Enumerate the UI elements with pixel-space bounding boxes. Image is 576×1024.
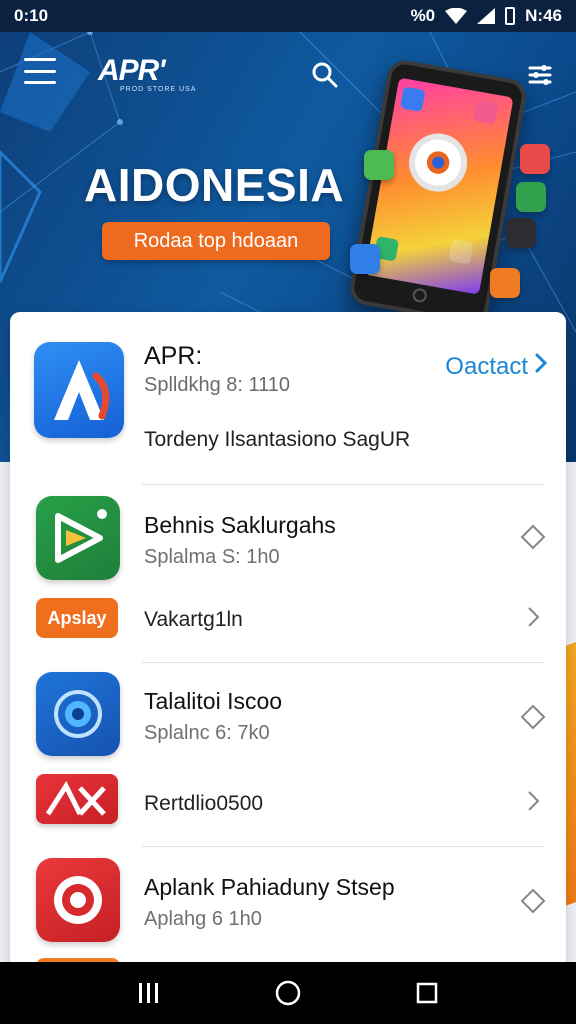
app-title: Behnis Saklurgahs (144, 512, 336, 538)
status-icons: %0 N:46 (411, 6, 562, 26)
featured-app-description: Tordeny Ilsantasiono SagUR (144, 428, 411, 451)
floating-app-icon (516, 182, 546, 212)
list-divider (142, 484, 544, 485)
app-list-card: APR: Splldkhg 8: 1110 Tordeny Ilsantasio… (10, 312, 566, 1012)
diamond-icon[interactable] (520, 704, 546, 730)
featured-app[interactable]: APR: Splldkhg 8: 1110 Tordeny Ilsantasio… (10, 312, 566, 484)
chevron-right-icon[interactable] (520, 604, 546, 630)
target-app-icon (36, 858, 120, 942)
floating-app-icon (490, 268, 520, 298)
back-square-icon[interactable] (407, 973, 447, 1013)
signal-icon (477, 8, 496, 24)
chevron-right-icon[interactable] (520, 788, 546, 814)
search-icon[interactable] (310, 60, 340, 90)
hero-title: AIDONESIA (84, 159, 345, 211)
status-clock: N:46 (525, 6, 562, 25)
featured-app-name: APR: (144, 342, 203, 370)
status-time: 0:10 (14, 6, 49, 25)
list-divider (142, 846, 544, 847)
wifi-icon (445, 8, 468, 24)
featured-app-meta: Splldkhg 8: 1110 (144, 374, 291, 396)
system-navigation-bar (0, 962, 576, 1024)
hero-cta-button[interactable]: Rodaa top hdoaan (102, 222, 330, 260)
recents-icon[interactable] (129, 973, 169, 1013)
floating-app-icon (350, 244, 380, 274)
brand-tagline: PROD STORE USA (120, 86, 197, 93)
floating-app-icon (520, 144, 550, 174)
contact-label: Oactact (445, 352, 528, 380)
app-pill-badge: Apslay (36, 598, 118, 638)
app-meta: Aplahg 6 1h0 (144, 908, 262, 930)
app-sub-label: Vakartg1ln (144, 608, 243, 631)
ax-app-icon (36, 774, 118, 824)
battery-icon (505, 7, 516, 25)
app-title: Aplank Pahiaduny Stsep (144, 874, 395, 900)
app-meta: Splalma S: 1h0 (144, 546, 280, 568)
app-sub-label: Rertdlio0500 (144, 792, 264, 815)
app-meta: Splalnc 6: 7k0 (144, 722, 270, 744)
diamond-icon[interactable] (520, 524, 546, 550)
phone-home-button (411, 287, 428, 304)
brand-name: APR' (98, 54, 165, 87)
brand-logo: APR' PROD STORE USA (98, 54, 197, 93)
home-icon[interactable] (268, 973, 308, 1013)
apr-app-icon (34, 342, 124, 438)
hamburger-icon[interactable] (24, 58, 56, 84)
floating-app-icon (506, 218, 536, 248)
list-divider (142, 662, 544, 663)
status-network-text: %0 (410, 6, 436, 25)
play-app-icon (36, 496, 120, 580)
diamond-icon[interactable] (520, 888, 546, 914)
filter-icon[interactable] (528, 62, 554, 88)
chevron-right-icon (534, 352, 548, 381)
camera-lens-app-icon (36, 672, 120, 756)
floating-app-icon (364, 150, 394, 180)
status-bar: 0:10 %0 N:46 (0, 0, 576, 32)
app-title: Talalitoi Iscoo (144, 688, 283, 714)
contact-button[interactable]: Oactact (445, 352, 548, 381)
